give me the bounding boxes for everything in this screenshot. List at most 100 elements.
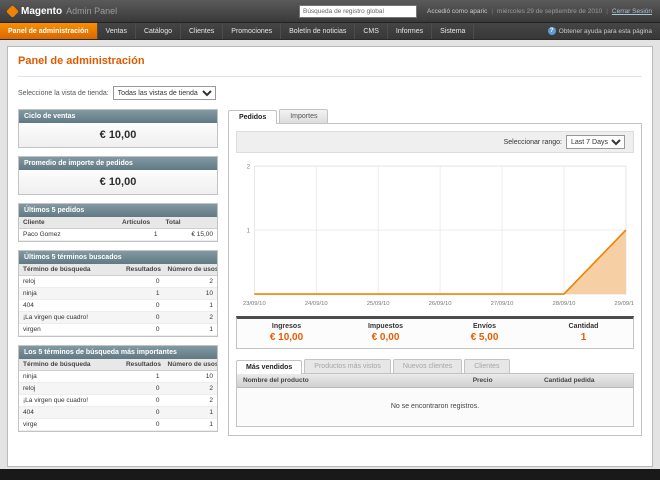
nav-item-informes[interactable]: Informes [388,23,433,39]
table-cell: 2 [163,394,217,407]
nav-item-clientes[interactable]: Clientes [181,23,224,39]
table-header-row: Cliente Artículos Total [19,217,217,229]
table-cell: reloj [19,382,122,395]
nav-item-catálogo[interactable]: Catálogo [136,23,181,39]
nav-item-sistema[interactable]: Sistema [432,23,475,39]
last-orders-panel: Últimos 5 pedidos Cliente Artículos Total … [18,203,218,242]
table-cell: ninja [19,287,122,300]
tab-importes[interactable]: Importes [279,109,329,123]
table-row[interactable]: Paco Gomez 1 € 15,00 [19,228,217,241]
table-cell: 404 [19,299,122,312]
orders-area-chart: 1 2 23/09/10 24/09/10 25/09/10 26/09/10 27/09/… [243,163,634,307]
table-cell: ¡La virgen que cuadro! [19,394,122,407]
table-row[interactable]: 404 0 1 [19,406,217,419]
table-cell: 2 [163,275,217,288]
separator: | [491,7,494,15]
help-label: Obtener ayuda para esta página [558,27,652,35]
stat-value: 1 [580,332,587,344]
panel-title: Ciclo de ventas [19,110,217,123]
table-row[interactable]: ¡La virgen que cuadro! 0 2 [19,394,217,407]
column-header: Total [161,217,217,229]
table-header-row: Término de búsqueda Resultados Número de u… [19,359,217,371]
top-search-terms-panel: Los 5 términos de búsqueda más important… [18,345,218,432]
stat-cantidad: Cantidad 1 [534,319,633,348]
column-header: Resultados [121,359,164,371]
content-area: Panel de administración Seleccione la vi… [7,46,653,467]
current-date: miércoles 29 de septiembre de 2010 [497,7,603,15]
column-header: Nombre del producto [237,374,467,389]
stat-value: € 5,00 [470,332,499,344]
tab-clientes[interactable]: Clientes [464,359,510,374]
column-header: Resultados [121,264,164,276]
column-header: Número de usos [163,359,217,371]
stat-ingresos: Ingresos € 10,00 [237,319,336,348]
logout-link[interactable]: Cerrar Sesión [612,8,652,15]
nav-item-boletín-de-noticias[interactable]: Boletín de noticias [281,23,356,39]
svg-text:27/09/10: 27/09/10 [491,301,515,307]
table-header-row: Término de búsqueda Resultados Número de u… [19,264,217,276]
table-cell: Paco Gomez [19,228,118,241]
page-help-link[interactable]: ? Obtener ayuda para esta página [547,23,660,39]
table-cell: 1 [163,406,217,419]
table-cell: 1 [121,287,164,300]
column-header: Cliente [19,217,118,229]
lifetime-sales-value: € 10,00 [19,123,217,147]
svg-text:24/09/10: 24/09/10 [305,301,329,307]
column-header: Término de búsqueda [19,359,122,371]
svg-text:29/09/10: 29/09/10 [614,301,634,307]
tab-pedidos[interactable]: Pedidos [228,110,278,124]
right-column: Pedidos Importes Seleccionar rango: Last… [228,109,642,440]
table-cell: 0 [121,394,164,407]
table-row[interactable]: reloj 0 2 [19,382,217,395]
stat-value: € 10,00 [269,332,304,344]
tab-nuevos-clientes[interactable]: Nuevos clientes [392,359,463,374]
table-row[interactable]: ninja 1 10 [19,287,217,300]
table-cell: 1 [163,299,217,312]
top-search-terms-table: Término de búsqueda Resultados Número de u… [19,359,217,431]
panel-title: Promedio de importe de pedidos [19,157,217,170]
totals-bar: Ingresos € 10,00 Impuestos € 0,00 Envíos € 5,… [236,316,634,350]
table-cell: virge [19,418,122,431]
store-view-select[interactable]: Todas las vistas de tienda [112,86,216,100]
chart-tabs: Pedidos Importes [228,109,642,124]
range-select[interactable]: Last 7 Days [566,135,625,149]
stat-envíos: Envíos € 5,00 [435,319,534,348]
range-label: Seleccionar rango: [503,138,562,146]
svg-text:26/09/10: 26/09/10 [429,301,453,307]
panel-title: Últimos 5 términos buscados [19,251,217,264]
magento-logo: Magento Admin Panel [6,4,117,18]
global-search-input[interactable] [298,4,417,18]
svg-text:2: 2 [247,163,251,170]
table-row[interactable]: ninja 1 10 [19,370,217,383]
panel-title: Los 5 términos de búsqueda más important… [19,346,217,359]
table-row[interactable]: virge 0 1 [19,418,217,431]
stat-label: Impuestos [367,323,403,331]
main-navigation: Panel de administración Ventas Catálogo Cli… [0,23,660,40]
average-order-value: € 10,00 [19,170,217,194]
table-row[interactable]: reloj 0 2 [19,275,217,288]
table-row[interactable]: virgen 0 1 [19,323,217,336]
magento-logo-icon [6,4,19,18]
help-icon: ? [547,27,556,35]
column-header: Número de usos [163,264,217,276]
svg-text:1: 1 [247,227,251,234]
nav-item-promociones[interactable]: Promociones [223,23,282,39]
tab-productos-más-vistos[interactable]: Productos más vistos [304,359,391,374]
table-cell: 404 [19,406,122,419]
range-selector-row: Seleccionar rango: Last 7 Days [236,131,634,153]
empty-grid-message: No se encontraron registros. [237,388,633,427]
svg-text:28/09/10: 28/09/10 [552,301,576,307]
separator: | [606,7,608,15]
table-cell: 0 [121,406,164,419]
table-cell: 0 [121,382,164,395]
table-row[interactable]: ¡La virgen que cuadro! 0 2 [19,311,217,324]
stat-value: € 0,00 [371,332,400,344]
column-header: Precio [466,374,538,389]
nav-item-ventas[interactable]: Ventas [98,23,136,39]
nav-item-panel-de-administración[interactable]: Panel de administración [0,23,98,39]
table-row[interactable]: 404 0 1 [19,299,217,312]
table-cell: 10 [163,287,217,300]
tab-más-vendidos[interactable]: Más vendidos [236,360,303,375]
column-header: Artículos [118,217,162,229]
nav-item-cms[interactable]: CMS [355,23,388,39]
